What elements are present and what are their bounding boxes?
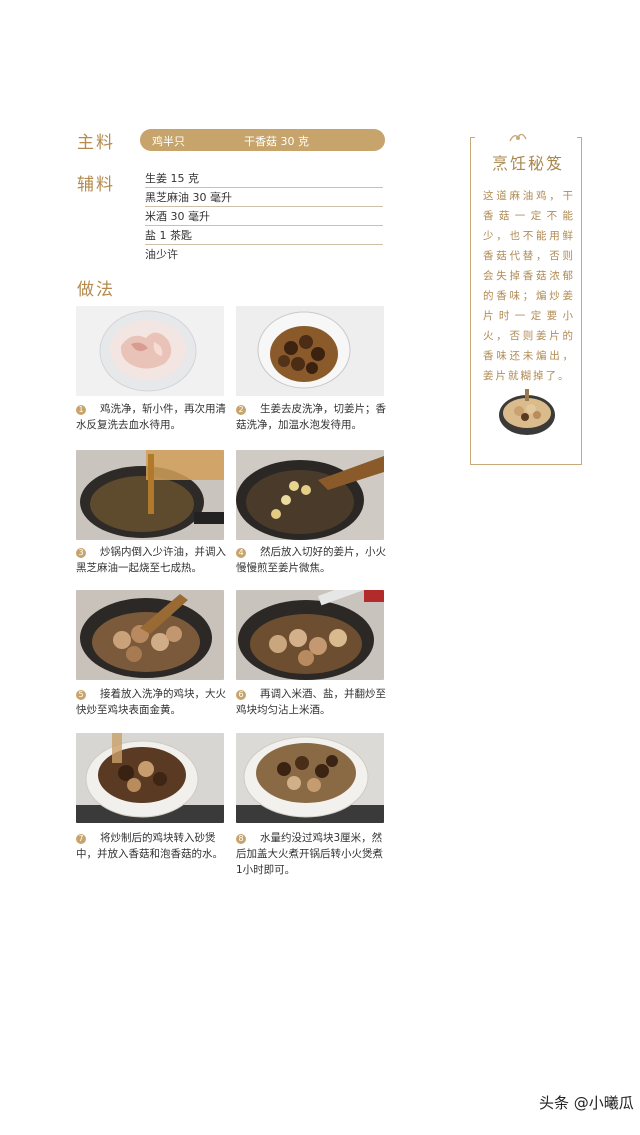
- step-number: 7: [76, 834, 86, 844]
- step-number: 3: [76, 548, 86, 558]
- step-number: 2: [236, 405, 246, 415]
- aux-ingredients-list: 生姜 15 克 黑芝麻油 30 毫升 米酒 30 毫升 盐 1 茶匙 油少许: [145, 170, 383, 265]
- step-7-caption: 7 将炒制后的鸡块转入砂煲中，并放入香菇和泡香菇的水。: [76, 830, 226, 862]
- step-text: 炒锅内倒入少许油，并调入黑芝麻油一起烧至七成热。: [76, 546, 226, 574]
- step-1-caption: 1 鸡洗净，斩小件，再次用清水反复洗去血水待用。: [76, 401, 226, 433]
- aux-ingredient: 米酒 30 毫升: [145, 208, 383, 226]
- step-text: 将炒制后的鸡块转入砂煲中，并放入香菇和泡香菇的水。: [76, 832, 223, 860]
- step-8-caption: 8 水量约没过鸡块3厘米，然后加盖大火煮开锅后转小火煲煮1小时即可。: [236, 830, 386, 878]
- aux-ingredient: 黑芝麻油 30 毫升: [145, 189, 383, 207]
- step-text: 鸡洗净，斩小件，再次用清水反复洗去血水待用。: [76, 403, 226, 431]
- step-3-caption: 3 炒锅内倒入少许油，并调入黑芝麻油一起烧至七成热。: [76, 544, 226, 576]
- main-ingredients-bar: 鸡半只 干香菇 30 克: [140, 129, 385, 151]
- step-2-caption: 2 生姜去皮洗净，切姜片；香菇洗净，加温水泡发待用。: [236, 401, 386, 433]
- aux-ingredients-title: 辅料: [77, 175, 115, 195]
- step-4-photo: [236, 450, 384, 540]
- ornament-icon: [509, 133, 527, 142]
- step-3-photo: [76, 450, 224, 540]
- tip-title: 烹饪秘笈: [491, 154, 564, 173]
- main-ingredients-title: 主料: [77, 133, 115, 153]
- aux-ingredient: 生姜 15 克: [145, 170, 383, 188]
- step-number: 5: [76, 690, 86, 700]
- step-text: 再调入米酒、盐，并翻炒至鸡块均匀沾上米酒。: [236, 688, 386, 716]
- tip-text: 这道麻油鸡，干香菇一定不能少，也不能用鲜香菇代替，否则会失掉香菇浓郁的香味；煸炒…: [483, 190, 575, 382]
- tip-dish-photo: [497, 385, 557, 437]
- step-7-photo: [76, 733, 224, 823]
- watermark: 头条 @小曦瓜: [539, 1094, 634, 1112]
- step-2-photo: [236, 306, 384, 396]
- aux-ingredient: 盐 1 茶匙: [145, 227, 383, 245]
- step-5-caption: 5 接着放入洗净的鸡块，大火快炒至鸡块表面金黄。: [76, 686, 226, 718]
- step-number: 6: [236, 690, 246, 700]
- step-text: 生姜去皮洗净，切姜片；香菇洗净，加温水泡发待用。: [236, 403, 386, 431]
- step-6-caption: 6 再调入米酒、盐，并翻炒至鸡块均匀沾上米酒。: [236, 686, 386, 718]
- step-text: 水量约没过鸡块3厘米，然后加盖大火煮开锅后转小火煲煮1小时即可。: [236, 832, 383, 876]
- step-text: 接着放入洗净的鸡块，大火快炒至鸡块表面金黄。: [76, 688, 226, 716]
- method-title: 做法: [77, 280, 115, 300]
- step-number: 4: [236, 548, 246, 558]
- step-number: 8: [236, 834, 246, 844]
- step-8-photo: [236, 733, 384, 823]
- main-ingredient-2: 干香菇 30 克: [244, 135, 309, 148]
- step-5-photo: [76, 590, 224, 680]
- step-text: 然后放入切好的姜片，小火慢慢煎至姜片微焦。: [236, 546, 386, 574]
- step-1-photo: [76, 306, 224, 396]
- aux-ingredient: 油少许: [145, 248, 178, 261]
- step-number: 1: [76, 405, 86, 415]
- step-6-photo: [236, 590, 384, 680]
- main-ingredient-1: 鸡半只: [152, 135, 185, 148]
- step-4-caption: 4 然后放入切好的姜片，小火慢慢煎至姜片微焦。: [236, 544, 386, 576]
